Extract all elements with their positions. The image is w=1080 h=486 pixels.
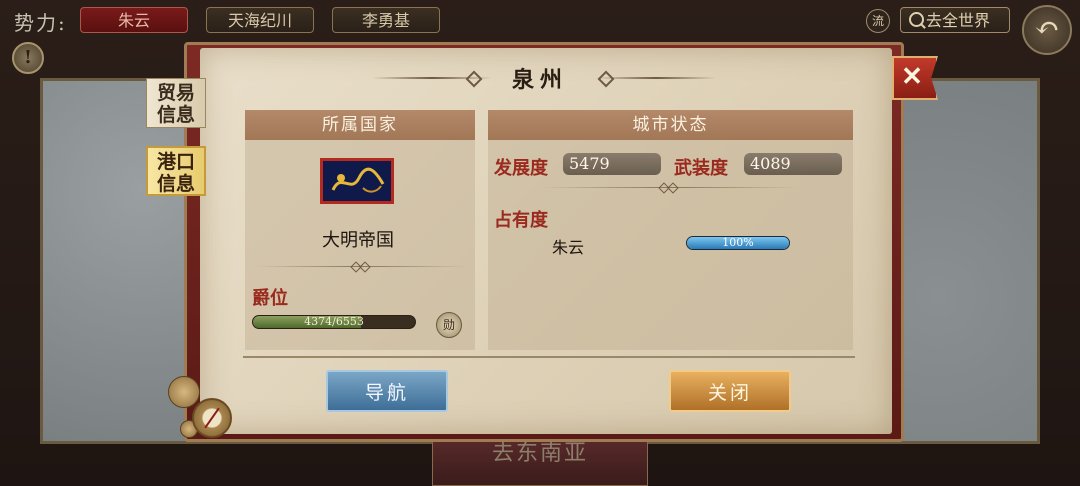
tab-trade-info-line1: 贸易: [156, 82, 195, 104]
navigate-button[interactable]: 导航: [326, 370, 448, 412]
dragon-flag-icon: [320, 158, 394, 204]
liu-button[interactable]: 流: [866, 9, 890, 33]
tab-trade-info-line2: 信息: [156, 104, 195, 126]
faction-tab-tianhai[interactable]: 天海纪川: [206, 7, 314, 33]
country-name: 大明帝国: [322, 230, 394, 251]
faction-tab-liyongji[interactable]: 李勇基: [332, 7, 440, 33]
compass-icon: [192, 398, 232, 438]
exclamation-icon[interactable]: !: [12, 42, 44, 74]
telescope-decoration: [168, 376, 200, 408]
armament-label: 武装度: [674, 158, 728, 179]
tab-port-info-line2: 信息: [156, 173, 195, 195]
tab-port-info[interactable]: 港口 信息: [146, 146, 206, 196]
armament-value: 4089: [744, 153, 842, 175]
search-icon: [909, 12, 924, 27]
occupation-owner: 朱云: [552, 238, 585, 257]
back-button[interactable]: ↶: [1022, 5, 1072, 55]
top-bar: 势力: 朱云 天海纪川 李勇基 流 去全世界 ↶: [0, 0, 1080, 55]
tab-trade-info[interactable]: 贸易 信息: [146, 78, 206, 128]
close-x-icon[interactable]: ✕: [892, 56, 938, 100]
bottom-destination-label: 去东南亚: [432, 436, 648, 486]
go-world-button[interactable]: 去全世界: [900, 7, 1010, 33]
occupation-progress-text: 100%: [722, 236, 754, 249]
title-ornament-right: [596, 77, 716, 79]
rank-progress-text: 4374/6553: [304, 315, 364, 328]
tab-port-info-line1: 港口: [156, 151, 195, 173]
footer-divider: [243, 356, 855, 358]
faction-tab-zhuyun[interactable]: 朱云: [80, 7, 188, 33]
rank-label: 爵位: [252, 288, 288, 309]
close-button[interactable]: 关闭: [669, 370, 791, 412]
faction-label: 势力:: [14, 11, 67, 35]
medal-icon[interactable]: 勋: [436, 312, 462, 338]
back-arrow-icon: ↶: [1034, 11, 1060, 46]
development-value: 5479: [563, 153, 661, 175]
occupation-label: 占有度: [494, 210, 548, 231]
go-world-label: 去全世界: [926, 11, 991, 30]
city-status-header: 城市状态: [488, 110, 853, 140]
dialog-title: 泉州: [511, 67, 568, 93]
country-panel-header: 所属国家: [245, 110, 475, 140]
development-label: 发展度: [494, 158, 548, 179]
